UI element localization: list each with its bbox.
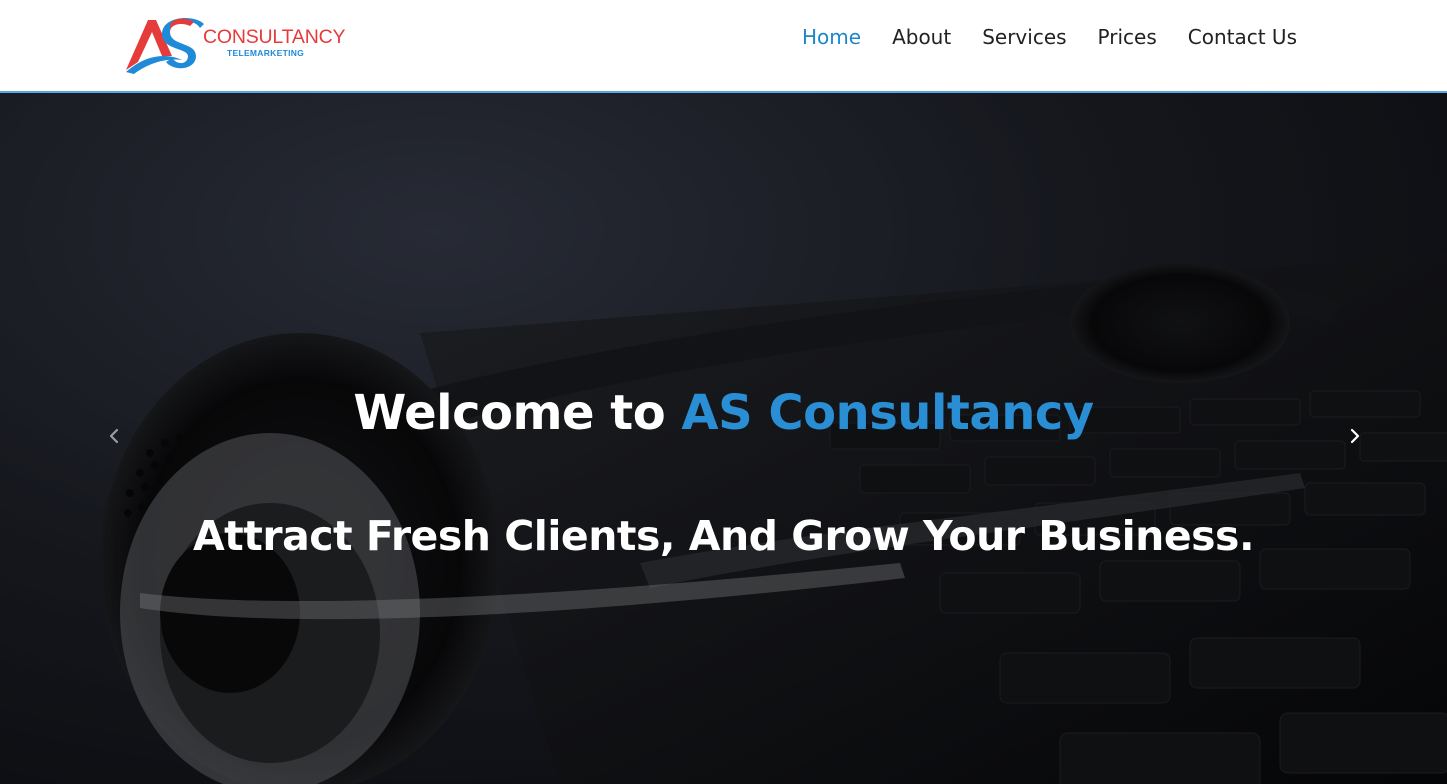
logo-mark-icon: [126, 18, 204, 74]
hero-slider: Welcome to AS Consultancy Attract Fresh …: [0, 93, 1447, 784]
logo[interactable]: CONSULTANCY TELEMARKETING: [124, 16, 346, 74]
nav-prices[interactable]: Prices: [1067, 23, 1157, 51]
hero-title-accent: AS Consultancy: [681, 385, 1094, 441]
logo-wordmark: CONSULTANCY: [203, 26, 346, 48]
chevron-left-icon: [109, 428, 119, 444]
nav-contact-us[interactable]: Contact Us: [1157, 23, 1297, 51]
hero-title-prefix: Welcome to: [353, 385, 682, 441]
chevron-right-icon: [1350, 428, 1360, 444]
hero-title: Welcome to AS Consultancy: [0, 383, 1447, 443]
site-header: CONSULTANCY TELEMARKETING Home About Ser…: [0, 0, 1447, 93]
nav-home[interactable]: Home: [802, 23, 861, 51]
hero-subtitle: Attract Fresh Clients, And Grow Your Bus…: [192, 512, 1255, 560]
slider-prev-button[interactable]: [102, 424, 126, 448]
nav-services[interactable]: Services: [951, 23, 1066, 51]
main-nav: Home About Services Prices Contact Us: [802, 23, 1297, 51]
slider-next-button[interactable]: [1343, 424, 1367, 448]
logo-tagline: TELEMARKETING: [227, 48, 305, 58]
nav-about[interactable]: About: [861, 23, 951, 51]
